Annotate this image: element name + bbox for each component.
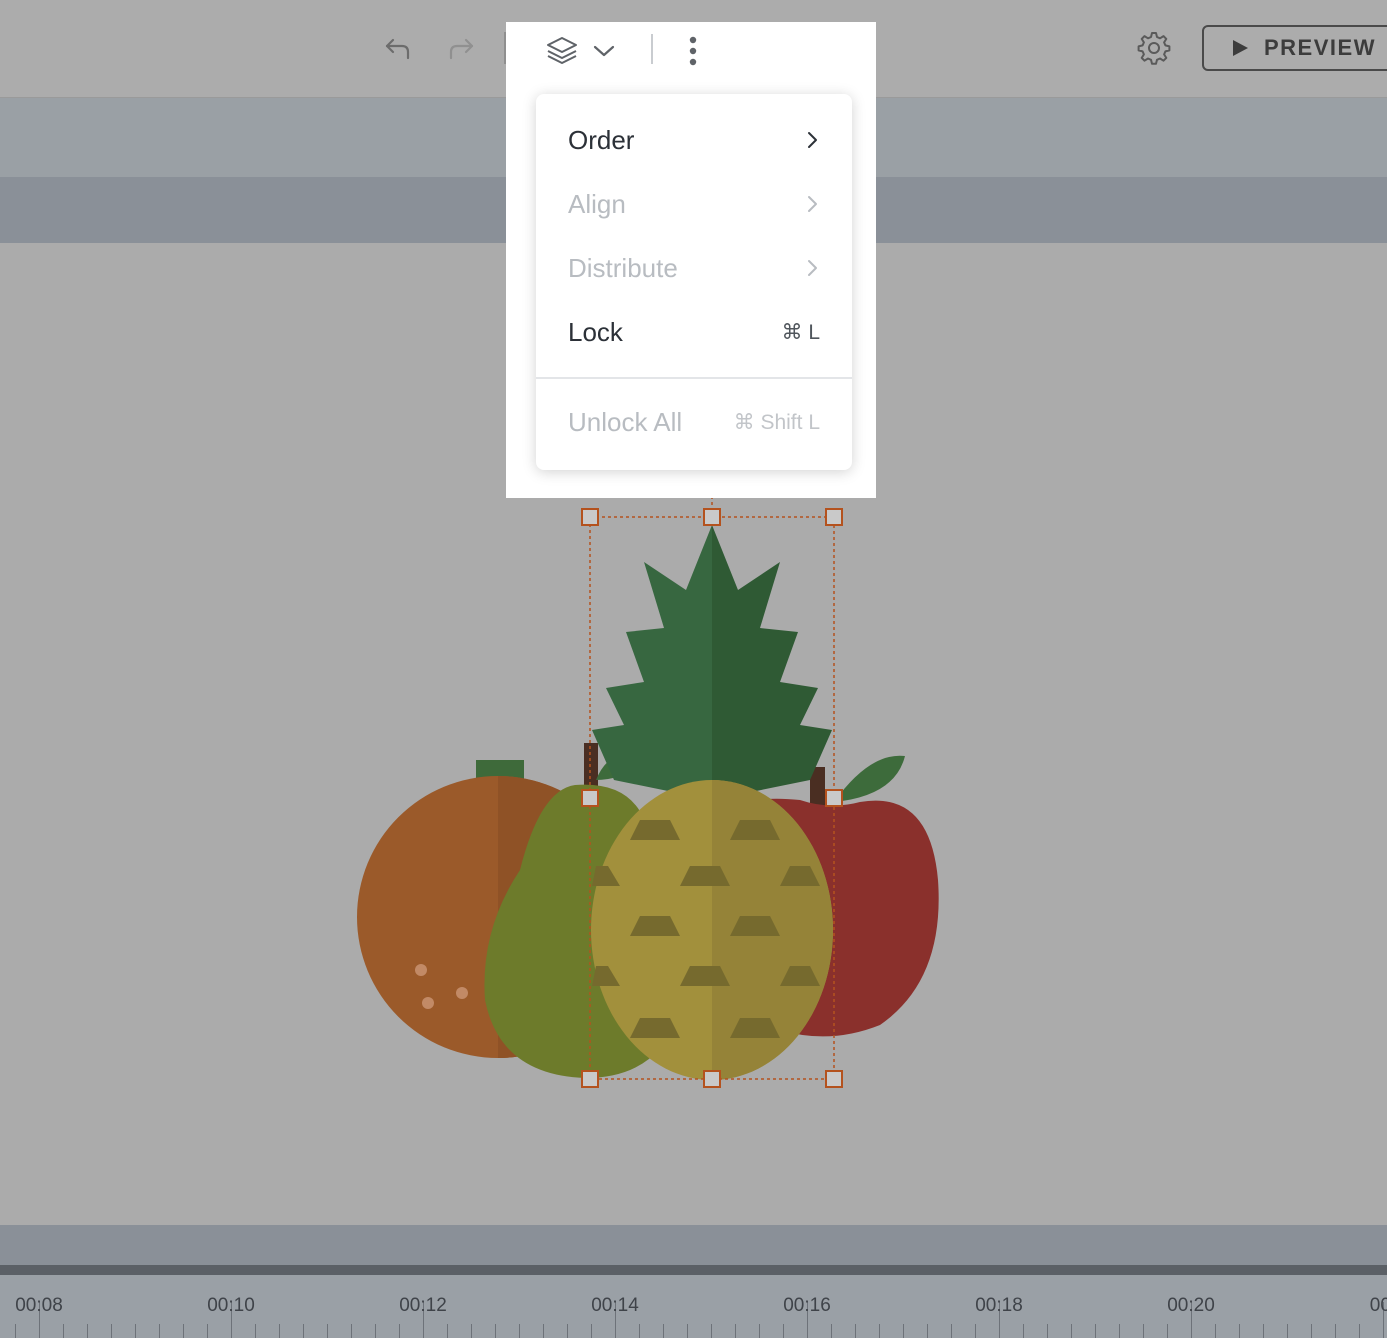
timeline-minor-tick — [975, 1324, 976, 1338]
timeline-minor-tick — [1359, 1324, 1360, 1338]
timeline-minor-tick — [495, 1324, 496, 1338]
timeline-minor-tick — [1239, 1324, 1240, 1338]
timeline-minor-tick — [951, 1324, 952, 1338]
menu-item-distribute[interactable]: Distribute — [536, 236, 852, 300]
menu-item-lock[interactable]: Lock ⌘ L — [536, 300, 852, 364]
timeline-ruler[interactable]: 00:08 00:10 00:12 00:14 00:16 00:18 00:20 00: — [0, 1275, 1387, 1338]
gear-icon — [1137, 32, 1171, 65]
timeline-minor-tick — [327, 1324, 328, 1338]
undo-button[interactable] — [378, 28, 418, 68]
timeline-minor-tick — [759, 1324, 760, 1338]
timeline-minor-tick — [1215, 1324, 1216, 1338]
timeline-minor-tick — [135, 1324, 136, 1338]
play-icon — [1233, 40, 1248, 56]
timeline-minor-tick — [1167, 1324, 1168, 1338]
timeline-label: 00:14 — [591, 1295, 639, 1316]
timeline-minor-tick — [783, 1324, 784, 1338]
shortcut-lock: ⌘ L — [781, 320, 820, 344]
preview-label: PREVIEW — [1264, 35, 1376, 60]
timeline-minor-tick — [567, 1324, 568, 1338]
resize-handle-top[interactable] — [703, 508, 721, 526]
resize-handle-left[interactable] — [581, 789, 599, 807]
resize-handle-bottom-left[interactable] — [581, 1070, 599, 1088]
chevron-right-icon — [808, 132, 817, 148]
arrange-dropdown-button[interactable] — [536, 28, 626, 74]
preview-button[interactable]: PREVIEW — [1202, 25, 1387, 71]
timeline-scrubber[interactable] — [0, 1265, 1387, 1275]
timeline-minor-tick — [279, 1324, 280, 1338]
settings-button[interactable] — [1132, 26, 1176, 70]
timeline-label: 00: — [1369, 1295, 1387, 1316]
timeline-minor-tick — [1047, 1324, 1048, 1338]
timeline-minor-tick — [831, 1324, 832, 1338]
timeline-minor-tick — [87, 1324, 88, 1338]
timeline-minor-tick — [879, 1324, 880, 1338]
shortcut-unlock-all: ⌘ Shift L — [733, 410, 820, 434]
timeline-minor-tick — [1263, 1324, 1264, 1338]
redo-arrow-icon — [449, 38, 474, 60]
vertical-dots-icon — [689, 36, 697, 66]
timeline-minor-tick — [1023, 1324, 1024, 1338]
timeline-minor-tick — [63, 1324, 64, 1338]
arrange-menu: Order Align Distribute Lock ⌘ L Unlock A… — [536, 94, 852, 470]
timeline-minor-tick — [255, 1324, 256, 1338]
resize-handle-bottom-right[interactable] — [825, 1070, 843, 1088]
timeline-minor-tick — [591, 1324, 592, 1338]
timeline-minor-tick — [471, 1324, 472, 1338]
timeline-minor-tick — [1119, 1324, 1120, 1338]
menu-item-unlock-all[interactable]: Unlock All ⌘ Shift L — [536, 390, 852, 454]
timeline-minor-tick — [519, 1324, 520, 1338]
undo-arrow-icon — [385, 38, 410, 60]
timeline-minor-tick — [711, 1324, 712, 1338]
timeline-minor-tick — [183, 1324, 184, 1338]
resize-handle-top-right[interactable] — [825, 508, 843, 526]
timeline-minor-tick — [903, 1324, 904, 1338]
timeline-minor-tick — [639, 1324, 640, 1338]
timeline-minor-tick — [1335, 1324, 1336, 1338]
timeline-minor-tick — [1311, 1324, 1312, 1338]
timeline-minor-tick — [927, 1324, 928, 1338]
timeline-label: 00:12 — [399, 1295, 447, 1316]
timeline-minor-tick — [399, 1324, 400, 1338]
timeline-minor-tick — [1071, 1324, 1072, 1338]
timeline-minor-tick — [207, 1324, 208, 1338]
timeline-minor-tick — [1287, 1324, 1288, 1338]
timeline-minor-tick — [303, 1324, 304, 1338]
timeline-minor-tick — [447, 1324, 448, 1338]
timeline-label: 00:10 — [207, 1295, 255, 1316]
toolbar-divider — [651, 34, 653, 64]
resize-handle-top-left[interactable] — [581, 508, 599, 526]
timeline-label: 00:08 — [15, 1295, 63, 1316]
menu-item-order[interactable]: Order — [536, 108, 852, 172]
timeline-minor-tick — [15, 1324, 16, 1338]
more-options-button[interactable] — [678, 28, 708, 74]
timeline-minor-tick — [375, 1324, 376, 1338]
timeline-minor-tick — [111, 1324, 112, 1338]
chevron-right-icon — [808, 196, 817, 212]
menu-divider — [536, 377, 852, 379]
timeline-minor-tick — [159, 1324, 160, 1338]
timeline-minor-tick — [351, 1324, 352, 1338]
resize-handle-bottom[interactable] — [703, 1070, 721, 1088]
timeline-minor-tick — [735, 1324, 736, 1338]
timeline-header — [0, 1225, 1387, 1265]
timeline-label: 00:16 — [783, 1295, 831, 1316]
timeline-minor-tick — [855, 1324, 856, 1338]
redo-button[interactable] — [441, 28, 481, 68]
resize-handle-right[interactable] — [825, 789, 843, 807]
timeline-label: 00:20 — [1167, 1295, 1215, 1316]
timeline-minor-tick — [1095, 1324, 1096, 1338]
chevron-down-icon — [593, 45, 615, 57]
timeline-minor-tick — [687, 1324, 688, 1338]
timeline-minor-tick — [543, 1324, 544, 1338]
layers-icon — [547, 37, 577, 64]
timeline-minor-tick — [663, 1324, 664, 1338]
timeline-minor-tick — [1143, 1324, 1144, 1338]
timeline-label: 00:18 — [975, 1295, 1023, 1316]
chevron-right-icon — [808, 260, 817, 276]
menu-item-align[interactable]: Align — [536, 172, 852, 236]
